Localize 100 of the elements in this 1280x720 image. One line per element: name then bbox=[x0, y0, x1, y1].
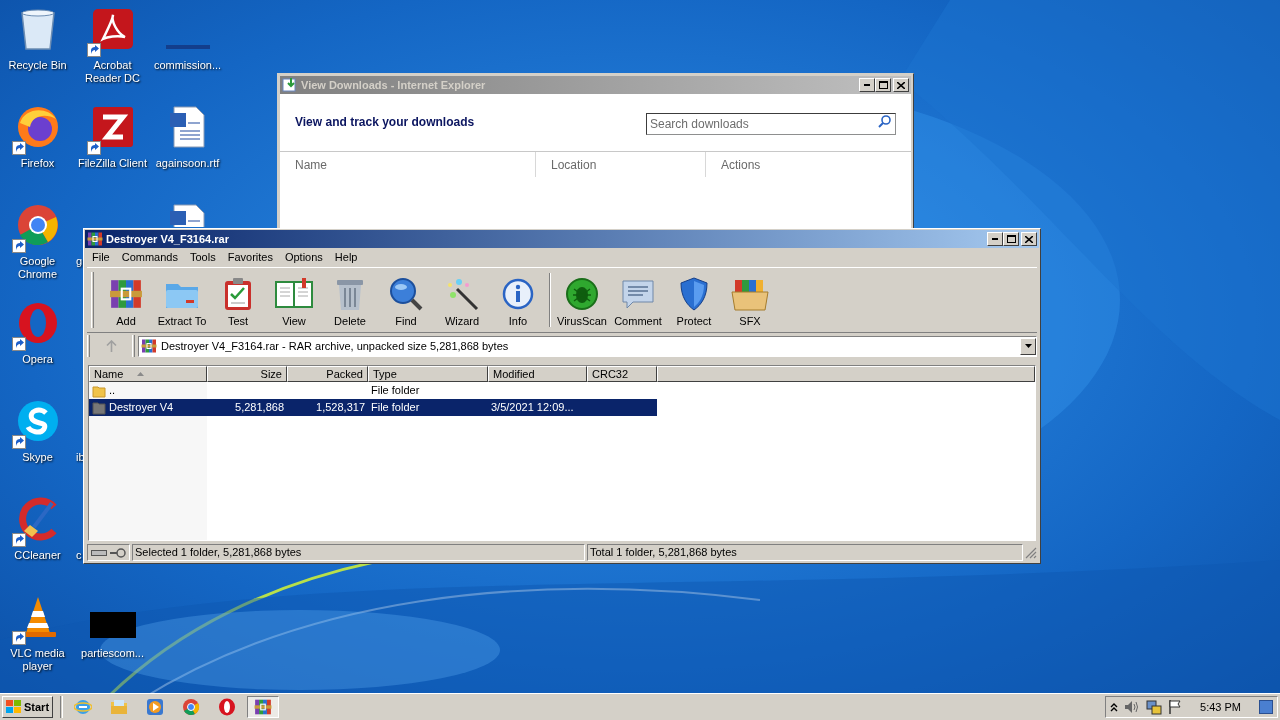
caret-down-icon bbox=[1024, 344, 1032, 348]
column-header[interactable]: Location bbox=[551, 155, 597, 174]
table-cell-text: 3/5/2021 12:09... bbox=[491, 400, 574, 416]
toolbar-button[interactable]: SFX bbox=[722, 271, 778, 329]
toolbar-button[interactable]: Wizard bbox=[434, 271, 490, 329]
books-icon bbox=[254, 698, 273, 716]
column-header[interactable]: CRC32 bbox=[587, 366, 657, 382]
desktop-icon-label[interactable]: Opera bbox=[0, 353, 75, 366]
folder-icon bbox=[110, 698, 129, 716]
open-book-icon bbox=[274, 277, 314, 310]
desktop-icon-label[interactable]: VLC media player bbox=[0, 647, 75, 673]
minimize-button[interactable] bbox=[859, 78, 875, 92]
desktop-icon-label[interactable]: FileZilla Client bbox=[75, 157, 150, 170]
ring-icon bbox=[218, 698, 237, 716]
comment-icon bbox=[621, 277, 655, 310]
column-header[interactable]: Packed bbox=[287, 366, 368, 382]
dropdown-button[interactable] bbox=[1020, 337, 1036, 355]
menu-item[interactable]: Favorites bbox=[221, 249, 279, 266]
desktop-icon-label[interactable]: Google Chrome bbox=[0, 255, 75, 281]
close-icon bbox=[897, 81, 905, 89]
column-header[interactable]: Actions bbox=[721, 155, 761, 174]
browser-icon bbox=[182, 698, 201, 716]
table-cell-text: 1,528,317 bbox=[316, 400, 365, 416]
desktop-icon-label[interactable]: commission... bbox=[150, 59, 225, 72]
close-button[interactable] bbox=[893, 78, 909, 92]
column-header[interactable]: Size bbox=[207, 366, 287, 382]
menu-item[interactable]: Options bbox=[278, 249, 329, 266]
maximize-button[interactable] bbox=[1003, 232, 1019, 246]
toolbar-button[interactable]: View bbox=[266, 271, 322, 329]
column-header[interactable]: Name bbox=[89, 366, 207, 382]
desktop-icon-label[interactable]: c bbox=[76, 549, 82, 562]
pdf-app-icon bbox=[90, 7, 135, 51]
toolbar-button[interactable]: Find bbox=[378, 271, 434, 329]
file-row[interactable]: .. File folder bbox=[89, 382, 657, 399]
table-cell-text: File folder bbox=[371, 400, 420, 416]
desktop-icon-label[interactable]: Acrobat Reader DC bbox=[75, 59, 150, 85]
desktop-icon-label[interactable]: Firefox bbox=[0, 157, 75, 170]
menu-item[interactable]: Commands bbox=[115, 249, 184, 266]
windows-logo-icon bbox=[6, 700, 22, 714]
taskbar-button[interactable] bbox=[247, 696, 280, 718]
toolbar-button[interactable]: Extract To bbox=[154, 271, 210, 329]
column-header[interactable]: Type bbox=[368, 366, 488, 382]
maximize-button[interactable] bbox=[875, 78, 891, 92]
toolbar-button[interactable]: Protect bbox=[666, 271, 722, 329]
toolbar-button[interactable]: Delete bbox=[322, 271, 378, 329]
table-cell-text: 5,281,868 bbox=[235, 400, 284, 416]
browser-icon bbox=[15, 105, 60, 149]
downloads-heading: View and track your downloads bbox=[295, 114, 475, 131]
network-icon bbox=[1146, 699, 1163, 715]
column-header[interactable]: Name bbox=[295, 155, 327, 174]
file-row[interactable]: Destroyer V4 5,281,868 1,528,317 File folder 3/5/2021 12:09... bbox=[89, 399, 657, 416]
archive-icon bbox=[141, 338, 157, 354]
path-dropdown[interactable]: Destroyer V4_F3164.rar - RAR archive, unpacked size 5,281,868 bytes bbox=[138, 335, 1037, 357]
magic-wand-icon bbox=[445, 276, 479, 311]
menu-item[interactable]: File bbox=[86, 249, 116, 266]
table-cell-text: .. bbox=[109, 383, 116, 399]
menu-item[interactable]: Help bbox=[328, 249, 364, 266]
desktop-icon-label[interactable]: Skype bbox=[0, 451, 75, 464]
toolbar-button[interactable]: Comment bbox=[610, 271, 666, 329]
archive-icon bbox=[87, 231, 103, 247]
chat-app-icon bbox=[15, 399, 60, 443]
table-cell-text: Destroyer V4 bbox=[109, 400, 174, 416]
bug-icon bbox=[565, 276, 599, 311]
minimize-button[interactable] bbox=[987, 232, 1003, 246]
clipboard-icon bbox=[223, 276, 253, 311]
desktop-icon-label[interactable]: CCleaner bbox=[0, 549, 75, 562]
status-text: Selected 1 folder, 5,281,868 bytes bbox=[135, 545, 302, 561]
maximize-icon bbox=[878, 81, 888, 89]
desktop-icon-label[interactable]: againsoon.rtf bbox=[150, 157, 225, 170]
browser-icon bbox=[74, 698, 93, 716]
close-icon bbox=[1025, 235, 1033, 243]
speaker-icon bbox=[1124, 700, 1141, 714]
flag-icon bbox=[1168, 699, 1183, 715]
app-tile-icon bbox=[90, 105, 135, 149]
close-button[interactable] bbox=[1021, 232, 1037, 246]
search-field[interactable]: Search downloads bbox=[646, 113, 896, 135]
magnifier-icon bbox=[389, 276, 423, 311]
toolbar-button[interactable]: VirusScan bbox=[554, 271, 610, 329]
table-cell-text: File folder bbox=[371, 383, 420, 399]
desktop-icon-label[interactable]: g bbox=[76, 255, 83, 268]
window-title: Destroyer V4_F3164.rar bbox=[106, 231, 229, 247]
play-icon bbox=[146, 698, 165, 716]
toolbar-button[interactable]: Add bbox=[98, 271, 154, 329]
browser-icon bbox=[15, 203, 60, 247]
search-icon bbox=[878, 115, 891, 128]
toolbar-button[interactable]: Info bbox=[490, 271, 546, 329]
arrow-up-icon bbox=[105, 340, 117, 352]
column-header[interactable]: Modified bbox=[488, 366, 587, 382]
toolbar-button[interactable]: Test bbox=[210, 271, 266, 329]
info-icon bbox=[502, 277, 534, 310]
shield-icon bbox=[679, 276, 709, 311]
key-icon bbox=[110, 547, 126, 558]
menu-item[interactable]: Tools bbox=[184, 249, 222, 266]
drive-icon bbox=[91, 548, 107, 557]
desktop-icon-label[interactable]: Recycle Bin bbox=[0, 59, 75, 72]
status-text: Total 1 folder, 5,281,868 bytes bbox=[590, 545, 737, 561]
maximize-icon bbox=[1006, 235, 1016, 243]
resize-grip-icon bbox=[1025, 546, 1037, 559]
desktop-icon-label[interactable]: partiescom... bbox=[75, 647, 150, 660]
start-button[interactable]: Start bbox=[2, 696, 54, 718]
